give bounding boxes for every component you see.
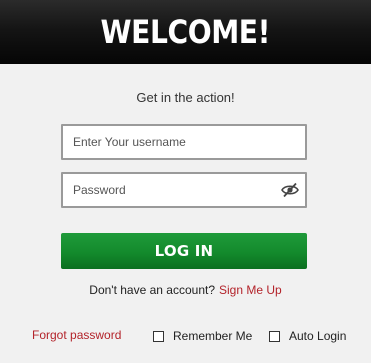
sign-up-link[interactable]: Sign Me Up	[219, 283, 282, 297]
signup-prompt: Don't have an account?	[89, 283, 215, 297]
password-input[interactable]	[63, 174, 305, 206]
forgot-password-link[interactable]: Forgot password	[32, 328, 121, 342]
welcome-header: WELCOME!	[0, 0, 371, 64]
signup-row: Don't have an account? Sign Me Up	[0, 283, 371, 297]
login-button[interactable]: LOG IN	[61, 233, 307, 269]
remember-me-label: Remember Me	[173, 329, 253, 343]
auto-login-label: Auto Login	[289, 329, 347, 343]
auto-login-box[interactable]	[269, 330, 280, 342]
eye-slash-icon[interactable]	[281, 182, 299, 198]
username-field-wrapper	[61, 124, 307, 160]
password-field-wrapper	[61, 172, 307, 208]
username-input[interactable]	[63, 126, 305, 158]
welcome-title: WELCOME!	[100, 13, 271, 51]
tagline: Get in the action!	[136, 90, 235, 105]
remember-me-box[interactable]	[153, 330, 164, 342]
auto-login-checkbox[interactable]: Auto Login	[269, 329, 346, 343]
remember-me-checkbox[interactable]: Remember Me	[153, 329, 252, 343]
